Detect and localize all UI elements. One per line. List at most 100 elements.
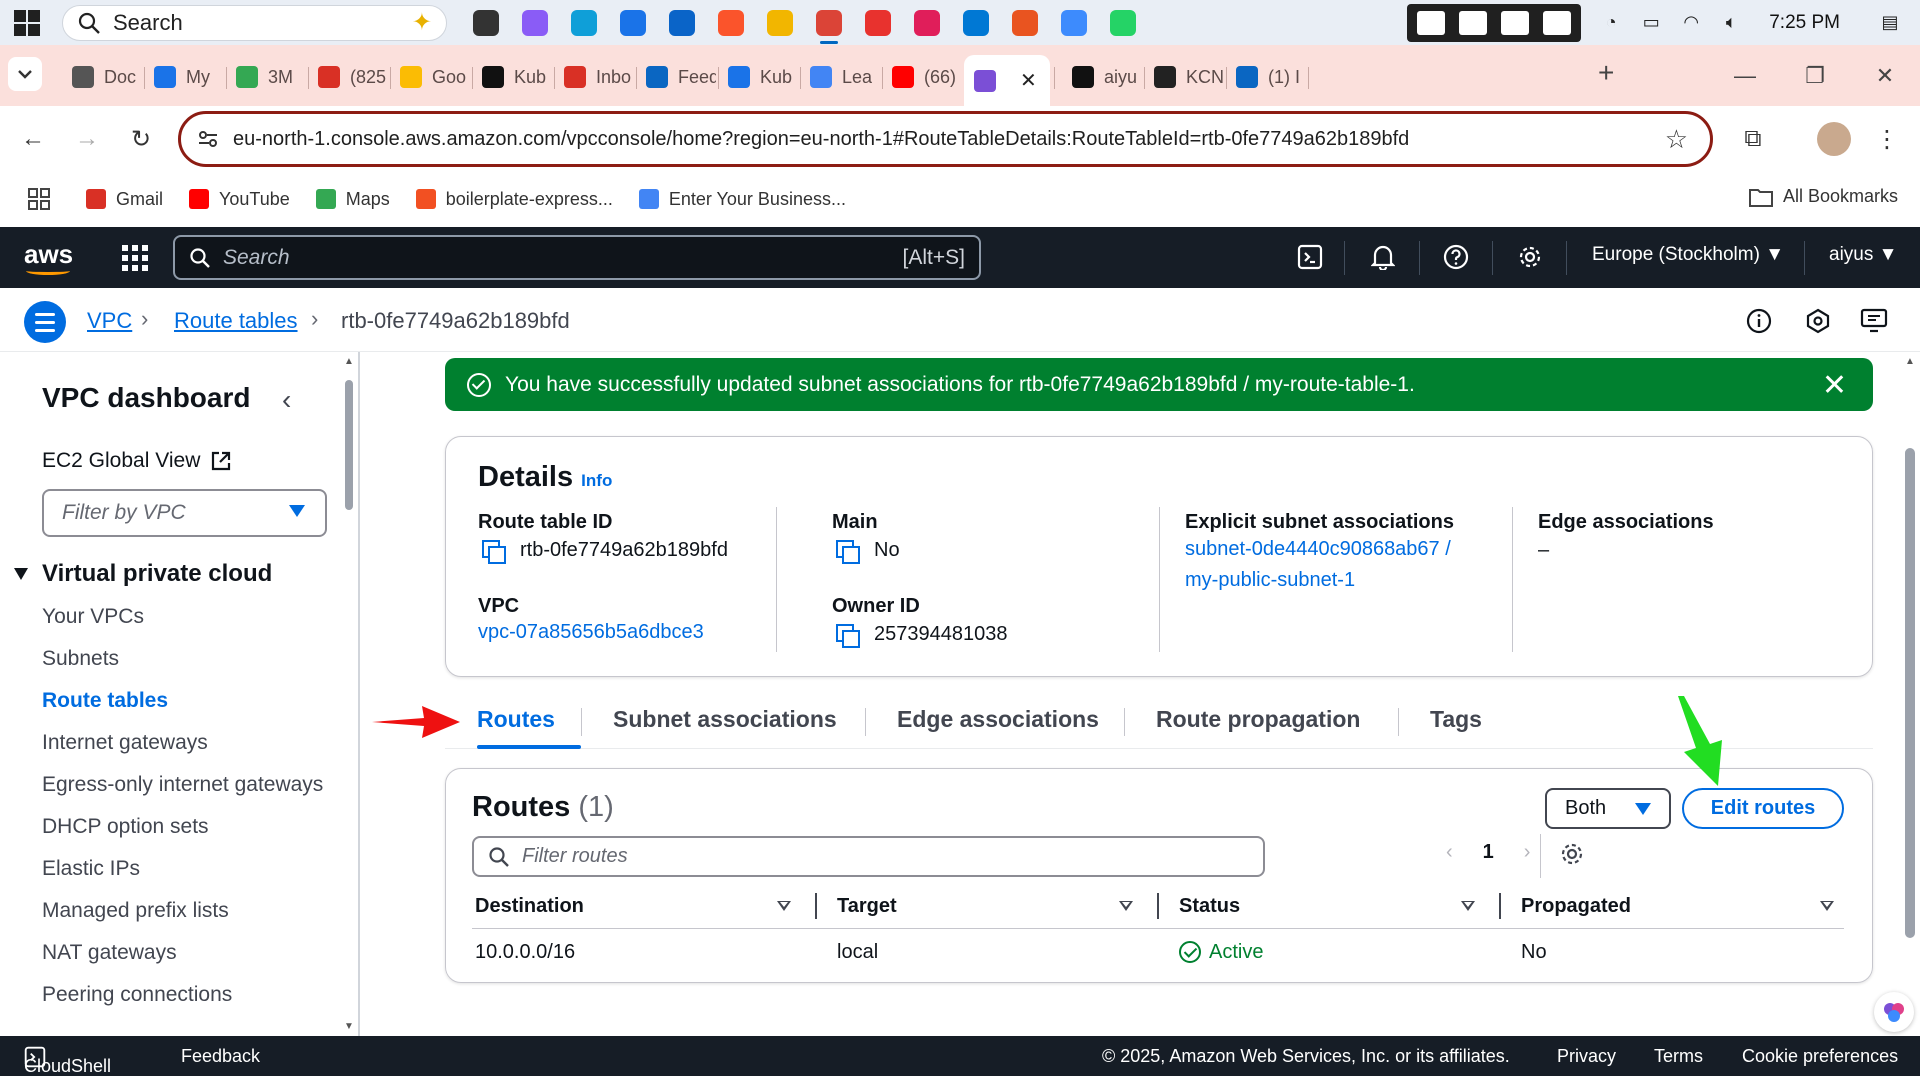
site-info-icon[interactable]	[197, 128, 219, 150]
cloudshell-icon[interactable]	[1296, 243, 1324, 271]
profile-avatar[interactable]	[1817, 122, 1851, 156]
browser-tab[interactable]: Feed	[636, 57, 716, 97]
new-tab-button[interactable]: +	[1598, 57, 1614, 89]
route-filter-select[interactable]: Both	[1545, 788, 1671, 829]
address-bar[interactable]: eu-north-1.console.aws.amazon.com/vpccon…	[178, 111, 1713, 167]
sidebar-item-subnets[interactable]: Subnets	[42, 644, 342, 674]
outlook-taskbar-button[interactable]	[657, 0, 706, 45]
browser-tab[interactable]: KCN	[1144, 57, 1224, 97]
close-tab-icon[interactable]: ✕	[1020, 68, 1037, 93]
bookmark-star-icon[interactable]: ☆	[1665, 124, 1688, 155]
browser-tab[interactable]: Doc	[62, 57, 142, 97]
explicit-subnet-link[interactable]: subnet-0de4440c90868ab67 / my-public-subn…	[1185, 534, 1451, 596]
sidebar-title[interactable]: VPC dashboard	[42, 382, 250, 414]
sidebar-item-elastic-ips[interactable]: Elastic IPs	[42, 854, 342, 884]
battery-icon[interactable]: ▭	[1639, 12, 1663, 33]
copilot-taskbar-button[interactable]	[510, 0, 559, 45]
aws-search-input[interactable]: Search [Alt+S]	[173, 235, 981, 280]
tab-route-propagation[interactable]: Route propagation	[1156, 706, 1360, 733]
copy-icon[interactable]	[836, 623, 860, 648]
edge-taskbar-button[interactable]	[559, 0, 608, 45]
filter-routes-input[interactable]: Filter routes	[472, 836, 1265, 877]
whatsapp-taskbar-button[interactable]	[1098, 0, 1147, 45]
bookmark-item[interactable]: Enter Your Business...	[638, 189, 846, 210]
browser-tab[interactable]: My	[144, 57, 224, 97]
apps-grid-icon[interactable]	[28, 188, 50, 210]
tab-edge-associations[interactable]: Edge associations	[897, 706, 1099, 733]
sidebar-item-dhcp-option-sets[interactable]: DHCP option sets	[42, 812, 342, 842]
tab-active[interactable]: ✕	[964, 55, 1050, 106]
windows-start-icon[interactable]	[14, 9, 40, 36]
extensions-icon[interactable]: ⧉	[1736, 122, 1770, 156]
app-blue-taskbar-button[interactable]	[1049, 0, 1098, 45]
sidebar-section-virtual-private-cloud[interactable]: Virtual private cloud	[14, 560, 272, 588]
info-panel-icon[interactable]	[1746, 308, 1772, 334]
restore-button[interactable]: ❐	[1780, 63, 1850, 89]
bookmark-item[interactable]: boilerplate-express...	[415, 189, 613, 210]
column-header-target[interactable]: Target	[817, 885, 1159, 929]
sidebar-item-ec2-global-view[interactable]: EC2 Global View	[42, 449, 232, 473]
feedback-link[interactable]: Feedback	[181, 1046, 260, 1067]
browser-tab[interactable]: Lea	[800, 57, 880, 97]
browser-tab[interactable]: (1) I	[1226, 57, 1306, 97]
copy-icon[interactable]	[482, 539, 506, 564]
brave-taskbar-button[interactable]	[706, 0, 755, 45]
info-link[interactable]: Info	[581, 471, 612, 490]
browser-tab[interactable]: Inbo	[554, 57, 634, 97]
tab-routes[interactable]: Routes	[477, 706, 555, 733]
browser-tab[interactable]: (66)	[882, 57, 962, 97]
browser-menu-icon[interactable]: ⋮	[1870, 122, 1904, 156]
taskbar-clock[interactable]: 7:25 PM	[1769, 12, 1840, 34]
privacy-link[interactable]: Privacy	[1557, 1046, 1616, 1067]
table-preferences-gear-icon[interactable]	[1559, 841, 1585, 867]
cookie-preferences-link[interactable]: Cookie preferences	[1742, 1046, 1898, 1067]
close-icon[interactable]: ✕	[1822, 368, 1847, 403]
tab-tags[interactable]: Tags	[1430, 706, 1482, 733]
assistant-brain-icon[interactable]	[1874, 992, 1914, 1032]
sidebar-item-internet-gateways[interactable]: Internet gateways	[42, 728, 342, 758]
column-header-propagated[interactable]: Propagated	[1501, 885, 1844, 929]
bookmark-item[interactable]: Maps	[315, 189, 390, 210]
aws-logo[interactable]: aws	[24, 239, 73, 275]
notification-icon[interactable]: ▤	[1878, 12, 1902, 33]
wps-taskbar-button[interactable]	[853, 0, 902, 45]
sidebar-item-route-tables[interactable]: Route tables	[42, 686, 342, 716]
services-menu-icon[interactable]	[122, 245, 148, 271]
vscode-taskbar-button[interactable]	[951, 0, 1000, 45]
browser-tab[interactable]: aiyu	[1062, 57, 1142, 97]
terms-link[interactable]: Terms	[1654, 1046, 1703, 1067]
help-icon[interactable]	[1442, 243, 1470, 271]
reload-button[interactable]: ↻	[124, 122, 158, 156]
store-taskbar-button[interactable]	[608, 0, 657, 45]
volume-icon[interactable]: 🔈︎	[1719, 12, 1743, 33]
bookmark-item[interactable]: YouTube	[189, 189, 290, 210]
task-view-taskbar-button[interactable]	[461, 0, 510, 45]
sidebar-item-nat-gateways[interactable]: NAT gateways	[42, 938, 342, 968]
slack-taskbar-button[interactable]	[902, 0, 951, 45]
cloudshell-footer-button[interactable]: CloudShell	[24, 1046, 111, 1076]
column-header-status[interactable]: Status	[1159, 885, 1501, 929]
close-window-button[interactable]: ✕	[1850, 63, 1920, 89]
all-bookmarks[interactable]: All Bookmarks	[1748, 186, 1898, 207]
navigation-menu-button[interactable]	[24, 301, 66, 343]
screen-feedback-icon[interactable]	[1860, 308, 1888, 334]
collapse-sidebar-icon[interactable]: ‹	[282, 384, 291, 416]
edit-routes-button[interactable]: Edit routes	[1682, 788, 1844, 829]
forward-button[interactable]: →	[70, 122, 104, 156]
browser-tab[interactable]: (825	[308, 57, 388, 97]
main-scrollbar[interactable]: ▲	[1900, 352, 1920, 1036]
resource-panel-icon[interactable]	[1805, 308, 1831, 334]
sidebar-item-peering-connections[interactable]: Peering connections	[42, 980, 342, 1010]
page-number[interactable]: 1	[1483, 841, 1494, 864]
tab-subnet-associations[interactable]: Subnet associations	[613, 706, 837, 733]
minimize-button[interactable]: —	[1710, 63, 1780, 89]
sidebar-item-egress-only-internet-gateways[interactable]: Egress-only internet gateways	[42, 770, 342, 800]
previous-page-icon[interactable]: ‹	[1446, 841, 1453, 864]
browser-tab[interactable]: Goo	[390, 57, 470, 97]
next-page-icon[interactable]: ›	[1524, 841, 1531, 864]
sidebar-scrollbar[interactable]: ▲ ▼	[342, 352, 356, 1036]
region-selector[interactable]: Europe (Stockholm) ▼	[1592, 244, 1784, 266]
settings-gear-icon[interactable]	[1516, 243, 1544, 271]
copy-icon[interactable]	[836, 539, 860, 564]
notifications-bell-icon[interactable]	[1369, 243, 1397, 271]
